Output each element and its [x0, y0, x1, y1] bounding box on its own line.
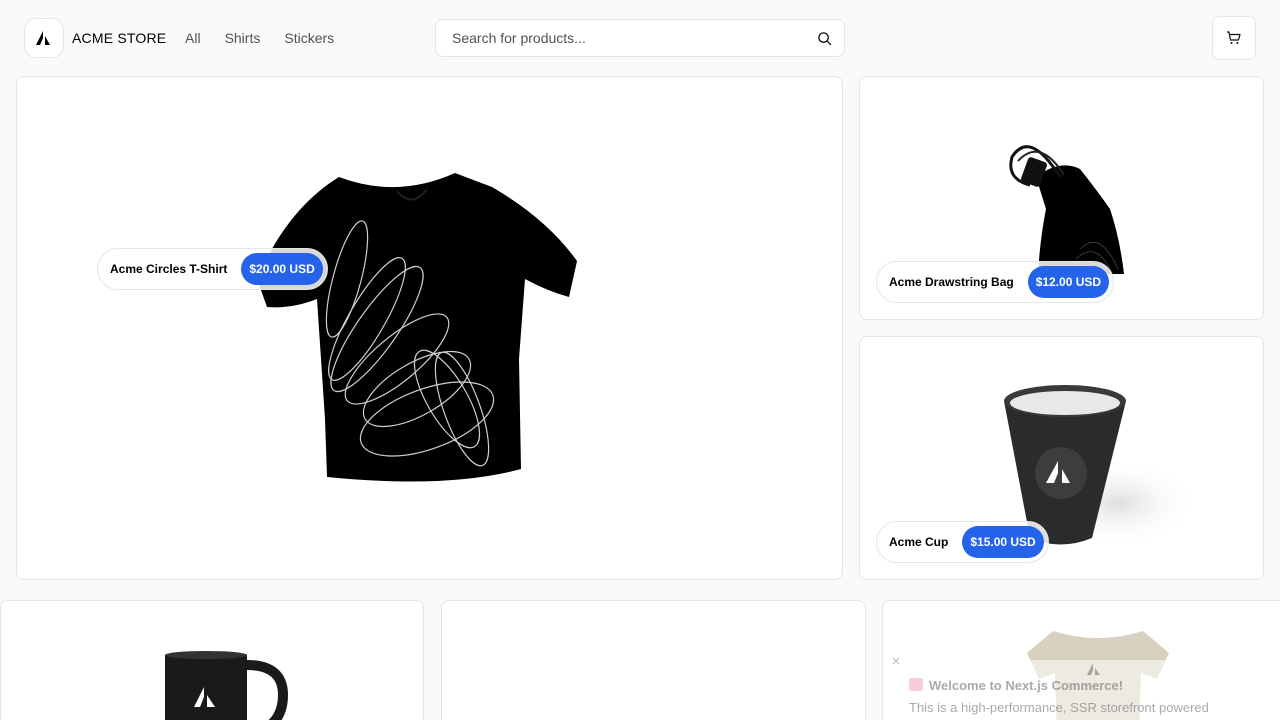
cart-icon [1227, 31, 1241, 44]
navbar: ACME STORE All Shirts Stickers [0, 0, 1280, 76]
search-input[interactable] [436, 20, 844, 56]
mug-image [165, 651, 289, 720]
price-label: Acme Drawstring Bag $12.00 USD [876, 261, 1115, 303]
search-bar [435, 19, 845, 57]
product-name: Acme Circles T-Shirt [110, 262, 228, 276]
product-tile-bag[interactable]: Acme Drawstring Bag $12.00 USD [859, 76, 1264, 320]
price-label: Acme Circles T-Shirt $20.00 USD [97, 248, 328, 290]
product-tile-placeholder[interactable] [441, 600, 866, 720]
price-badge: $12.00 USD [1027, 266, 1110, 298]
drawstring-bag-image [1009, 145, 1124, 274]
price-label: Acme Cup $15.00 USD [876, 521, 1049, 563]
acme-logo-icon [36, 31, 50, 45]
nav-menu: All Shirts Stickers [185, 29, 334, 47]
nav-link-stickers[interactable]: Stickers [284, 29, 334, 47]
search-icon[interactable] [817, 31, 832, 46]
product-name: Acme Cup [889, 535, 949, 549]
product-tile-tshirt[interactable]: Acme Circles T-Shirt $20.00 USD [16, 76, 843, 580]
gift-icon [909, 678, 923, 691]
logo-button[interactable] [24, 18, 64, 58]
product-name: Acme Drawstring Bag [889, 275, 1014, 289]
product-tile-cup[interactable]: Acme Cup $15.00 USD [859, 336, 1264, 580]
close-icon[interactable]: ✕ [890, 656, 902, 668]
toast-body: This is a high-performance, SSR storefro… [909, 700, 1209, 715]
toast-title: Welcome to Next.js Commerce! [909, 678, 1123, 693]
toast-title-text: Welcome to Next.js Commerce! [929, 678, 1124, 693]
nav-link-shirts[interactable]: Shirts [225, 29, 261, 47]
price-badge: $15.00 USD [962, 526, 1044, 558]
nav-link-all[interactable]: All [185, 29, 201, 47]
brand-name[interactable]: ACME STORE [72, 29, 166, 47]
price-badge: $20.00 USD [241, 253, 323, 285]
cart-button[interactable] [1212, 16, 1256, 60]
tshirt-image [257, 173, 577, 482]
product-tile-mug[interactable] [0, 600, 424, 720]
